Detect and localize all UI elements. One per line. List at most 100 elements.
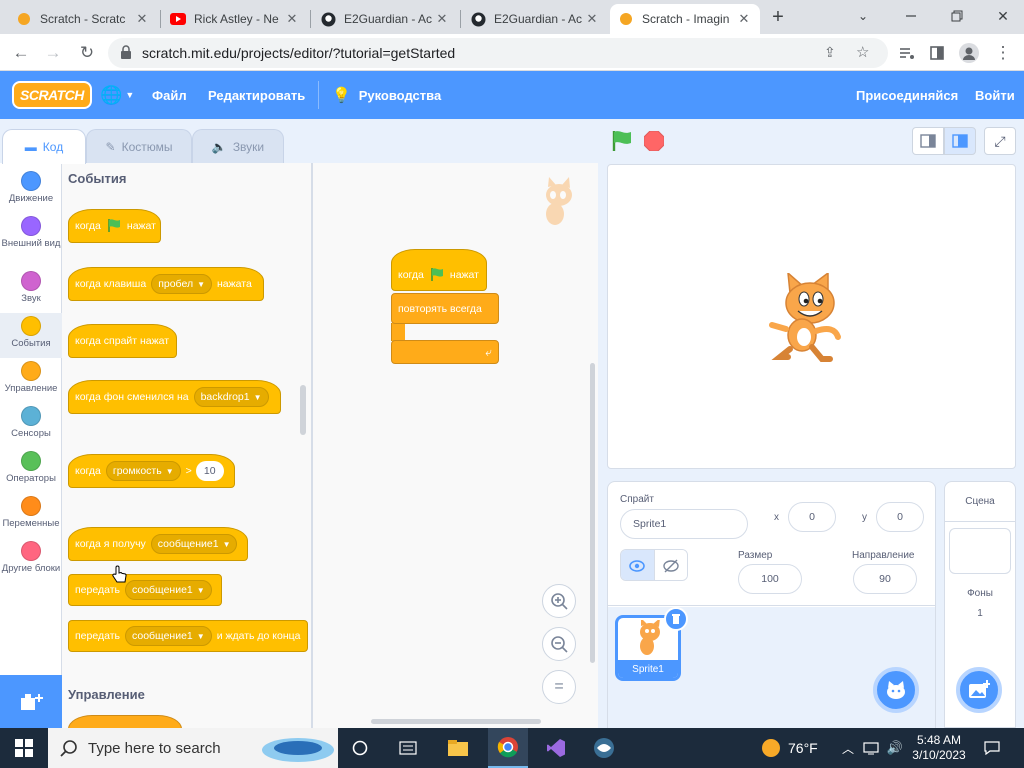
block-broadcast[interactable]: передать сообщение1 ▼ (68, 574, 222, 606)
fullscreen-button[interactable]: ⤢ (984, 127, 1016, 155)
category-motion[interactable]: Движение (0, 171, 62, 204)
profile-avatar-icon[interactable] (956, 40, 982, 66)
script-forever-block[interactable]: повторять всегда (391, 293, 499, 324)
normal-stage-button[interactable] (944, 127, 976, 155)
close-icon[interactable]: ✕ (736, 11, 752, 27)
block-when-i-receive[interactable]: когда я получу сообщение1 ▼ (68, 527, 248, 561)
tab-costumes[interactable]: ✎ Костюмы (86, 129, 192, 163)
browser-tab[interactable]: E2Guardian - Ac ✕ (462, 4, 608, 34)
signin-link[interactable]: Войти (975, 71, 1015, 119)
menu-edit[interactable]: Редактировать (208, 71, 305, 119)
category-variables[interactable]: Переменные (0, 496, 62, 529)
green-flag-button[interactable] (610, 129, 634, 158)
star-icon[interactable]: ☆ (856, 43, 869, 61)
notifications-icon[interactable] (980, 728, 1004, 768)
small-stage-button[interactable] (912, 127, 944, 155)
network-icon[interactable] (860, 728, 882, 768)
block-control-partial[interactable] (68, 715, 182, 728)
sensor-dropdown[interactable]: громкость ▼ (105, 461, 181, 481)
key-dropdown[interactable]: пробел ▼ (151, 274, 212, 294)
direction-input[interactable]: 90 (853, 564, 917, 594)
file-explorer-icon[interactable] (440, 728, 476, 768)
category-operators[interactable]: Операторы (0, 451, 62, 484)
zoom-in-button[interactable] (542, 584, 576, 618)
task-view-icon[interactable] (344, 728, 376, 768)
add-extension-button[interactable] (0, 675, 62, 728)
backdrop-dropdown[interactable]: backdrop1 ▼ (193, 387, 269, 407)
browser-tab[interactable]: E2Guardian - Ac ✕ (312, 4, 458, 34)
block-when-key-pressed[interactable]: когда клавиша пробел ▼ нажата (68, 267, 264, 301)
zoom-out-button[interactable] (542, 627, 576, 661)
weather-widget[interactable]: 76°F (762, 728, 842, 768)
value-input[interactable]: 10 (195, 461, 224, 481)
size-input[interactable]: 100 (738, 564, 802, 594)
more-menu-icon[interactable]: ⋮ (990, 40, 1016, 66)
script-when-flag-clicked[interactable]: когда нажат (391, 249, 487, 291)
reload-icon[interactable]: ↻ (74, 40, 100, 66)
media-icon[interactable] (894, 40, 920, 66)
volume-icon[interactable]: 🔊 (884, 728, 906, 768)
restore-button[interactable] (942, 4, 972, 28)
y-position-input[interactable]: 0 (876, 502, 924, 532)
choose-backdrop-button[interactable] (956, 667, 1002, 713)
close-icon[interactable]: ✕ (584, 11, 600, 27)
minimize-button[interactable] (896, 4, 926, 28)
browser-tab-active[interactable]: Scratch - Imagin ✕ (610, 4, 760, 34)
close-window-button[interactable]: ✕ (988, 4, 1018, 28)
chevron-up-icon[interactable]: ︿ (840, 728, 856, 768)
category-sensing[interactable]: Сенсоры (0, 406, 62, 439)
forward-icon[interactable]: → (40, 40, 66, 66)
share-icon[interactable]: ⇪ (824, 44, 836, 61)
visual-studio-icon[interactable] (538, 728, 574, 768)
workspace-vertical-scrollbar[interactable] (590, 363, 595, 663)
script-workspace[interactable]: когда нажат повторять всегда ⤶ = (312, 163, 598, 728)
hide-sprite-button[interactable] (653, 550, 687, 580)
message-dropdown[interactable]: сообщение1 ▼ (125, 626, 212, 646)
tab-code[interactable]: ▬ Код (2, 129, 86, 164)
join-link[interactable]: Присоединяйся (856, 71, 958, 119)
category-sound[interactable]: Звук (0, 271, 62, 304)
close-icon[interactable]: ✕ (134, 11, 150, 27)
close-icon[interactable]: ✕ (284, 11, 300, 27)
tab-sounds[interactable]: 🔈 Звуки (192, 129, 284, 163)
forever-block-bottom[interactable]: ⤶ (391, 340, 499, 364)
app-taskbar-icon[interactable] (586, 728, 622, 768)
stage-canvas[interactable] (607, 164, 1016, 469)
start-button[interactable] (0, 728, 48, 768)
category-looks[interactable]: Внешний вид (0, 216, 62, 249)
workspace-horizontal-scrollbar[interactable] (371, 719, 541, 724)
category-my-blocks[interactable]: Другие блоки (0, 541, 62, 574)
block-when-backdrop-switches[interactable]: когда фон сменился на backdrop1 ▼ (68, 380, 281, 414)
back-icon[interactable]: ← (8, 40, 34, 66)
chrome-taskbar-icon[interactable] (488, 728, 528, 768)
widgets-icon[interactable] (392, 728, 424, 768)
clock[interactable]: 5:48 AM 3/10/2023 (908, 728, 970, 768)
side-panel-icon[interactable] (924, 40, 950, 66)
tab-search-icon[interactable]: ⌄ (848, 4, 878, 28)
x-position-input[interactable]: 0 (788, 502, 836, 532)
new-tab-button[interactable]: + (766, 4, 790, 30)
menu-file[interactable]: Файл (152, 71, 187, 119)
taskbar-search-box[interactable]: Type here to search (48, 728, 338, 768)
block-when-sprite-clicked[interactable]: когда спрайт нажат (68, 324, 177, 358)
close-icon[interactable]: ✕ (434, 11, 450, 27)
browser-tab[interactable]: Rick Astley - Ne ✕ (162, 4, 308, 34)
choose-sprite-button[interactable] (873, 667, 919, 713)
menu-tutorials[interactable]: 💡 Руководства (332, 71, 441, 119)
browser-tab[interactable]: Scratch - Scratc ✕ (8, 4, 158, 34)
address-bar[interactable]: scratch.mit.edu/projects/editor/?tutoria… (108, 38, 888, 68)
stop-button[interactable] (643, 130, 665, 156)
cat-sprite[interactable] (768, 271, 854, 368)
stage-thumbnail[interactable] (949, 528, 1011, 574)
message-dropdown[interactable]: сообщение1 ▼ (150, 534, 238, 554)
block-broadcast-and-wait[interactable]: передать сообщение1 ▼ и ждать до конца (68, 620, 308, 652)
show-sprite-button[interactable] (621, 550, 654, 580)
language-globe-icon[interactable]: 🌐 ▼ (100, 71, 134, 119)
palette-scrollbar[interactable] (300, 385, 306, 435)
sprite-name-input[interactable]: Sprite1 (620, 509, 748, 539)
block-when-flag-clicked[interactable]: когда нажат (68, 209, 161, 243)
zoom-reset-button[interactable]: = (542, 670, 576, 704)
block-when-greater-than[interactable]: когда громкость ▼ > 10 (68, 454, 235, 488)
delete-sprite-button[interactable] (664, 607, 688, 631)
category-events[interactable]: События (0, 316, 62, 349)
